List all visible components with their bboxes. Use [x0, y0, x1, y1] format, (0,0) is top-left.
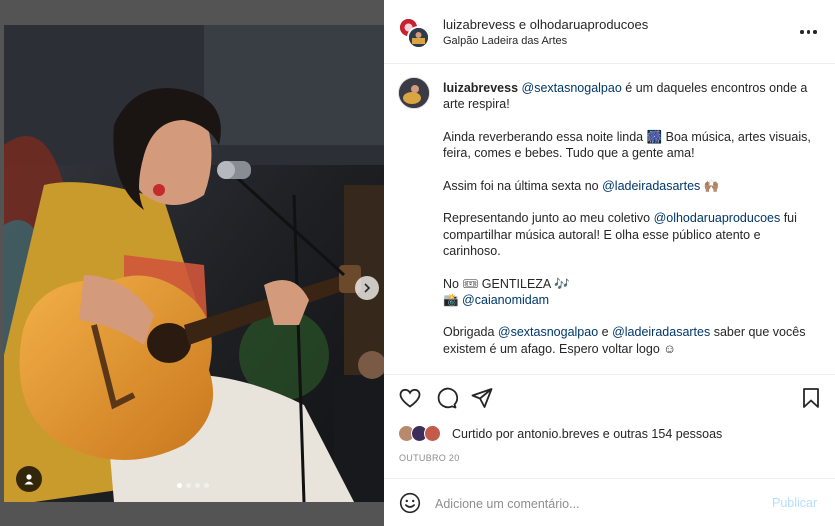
avatar[interactable] — [398, 77, 430, 109]
caption-text: luizabrevess @sextasnogalpao é um daquel… — [443, 80, 815, 373]
caption-paragraph: Ainda reverberando essa noite linda 🎆 Bo… — [443, 129, 811, 161]
post-caption: luizabrevess @sextasnogalpao é um daquel… — [384, 64, 835, 374]
caption-paragraph: luizabrevess @sextasnogalpao é um daquel… — [443, 80, 815, 113]
carousel-dot — [186, 483, 191, 488]
avatar-image — [399, 78, 429, 108]
emoji-picker-button[interactable] — [399, 492, 421, 514]
mention-link[interactable]: @sextasnogalpao — [498, 325, 598, 339]
mention-link[interactable]: @caianomidam — [462, 293, 549, 307]
comment-input[interactable] — [435, 493, 755, 515]
caption-text-span: Representando junto ao meu coletivo — [443, 211, 654, 226]
bookmark-icon — [803, 388, 819, 408]
post-authors[interactable]: luizabrevess e olhodaruaproducoes — [443, 17, 648, 32]
mention-link[interactable]: @olhodaruaproducoes — [654, 211, 781, 225]
carousel-indicator — [177, 483, 209, 488]
overlay-backdrop[interactable]: luizabrevess e olhodaruaproducoes Galpão… — [0, 0, 835, 526]
carousel-dot — [204, 483, 209, 488]
post-location[interactable]: Galpão Ladeira das Artes — [443, 35, 567, 47]
camera-emoji: 📸 — [443, 292, 463, 307]
caption-text-span: Obrigada — [443, 325, 498, 340]
mention-link[interactable]: @ladeiradasartes — [602, 179, 700, 193]
like-button[interactable] — [398, 386, 422, 410]
post-details-panel: luizabrevess e olhodaruaproducoes Galpão… — [384, 0, 835, 526]
heart-icon — [399, 388, 421, 408]
caption-text-span: e — [598, 325, 613, 340]
post-header: luizabrevess e olhodaruaproducoes Galpão… — [384, 0, 835, 64]
caption-text-span: 🙌🏽 — [700, 178, 720, 193]
photo-singer-guitar — [4, 25, 384, 502]
caption-paragraph: Assim foi na última sexta no @ladeiradas… — [443, 178, 815, 194]
carousel-dot — [195, 483, 200, 488]
caption-paragraph: No 🎟 GENTILEZA 🎶 📸 @caianomidam — [443, 276, 815, 309]
more-options-icon — [813, 30, 817, 34]
chevron-right-icon — [364, 283, 371, 293]
publish-button[interactable]: Publicar — [772, 496, 817, 510]
comment-button[interactable] — [434, 386, 459, 410]
avatar — [424, 425, 441, 442]
caption-paragraph: Obrigada @sextasnogalpao e @ladeiradasar… — [443, 324, 815, 357]
post-photo — [4, 25, 384, 502]
user-tag-icon — [24, 474, 34, 485]
caption-text-span: Assim foi na última sexta no — [443, 178, 603, 193]
share-icon — [471, 388, 493, 408]
carousel-next-button[interactable] — [355, 276, 379, 300]
more-options-button[interactable] — [800, 24, 820, 40]
more-options-icon — [806, 30, 810, 34]
avatar-image — [409, 28, 428, 47]
save-button[interactable] — [799, 386, 823, 410]
mention-link[interactable]: @sextasnogalpao — [522, 81, 622, 95]
caption-paragraph: Representando junto ao meu coletivo @olh… — [443, 210, 815, 259]
collab-avatars[interactable] — [398, 17, 430, 49]
carousel-dot-active — [177, 483, 182, 488]
emoji-icon — [399, 492, 421, 514]
action-bar — [384, 374, 835, 420]
caption-text-span: No 🎟 GENTILEZA 🎶 — [443, 276, 570, 291]
mention-link[interactable]: @ladeiradasartes — [612, 325, 710, 339]
comment-icon — [437, 387, 459, 409]
post-date[interactable]: OUTUBRO 20 — [399, 453, 460, 463]
more-options-icon — [800, 30, 804, 34]
share-button[interactable] — [470, 386, 494, 410]
avatar[interactable] — [407, 26, 430, 49]
caption-username[interactable]: luizabrevess — [443, 81, 518, 95]
tagged-users-button[interactable] — [16, 466, 42, 492]
comment-composer: Publicar — [384, 478, 835, 526]
likes-count[interactable]: Curtido por antonio.breves e outras 154 … — [452, 427, 722, 441]
